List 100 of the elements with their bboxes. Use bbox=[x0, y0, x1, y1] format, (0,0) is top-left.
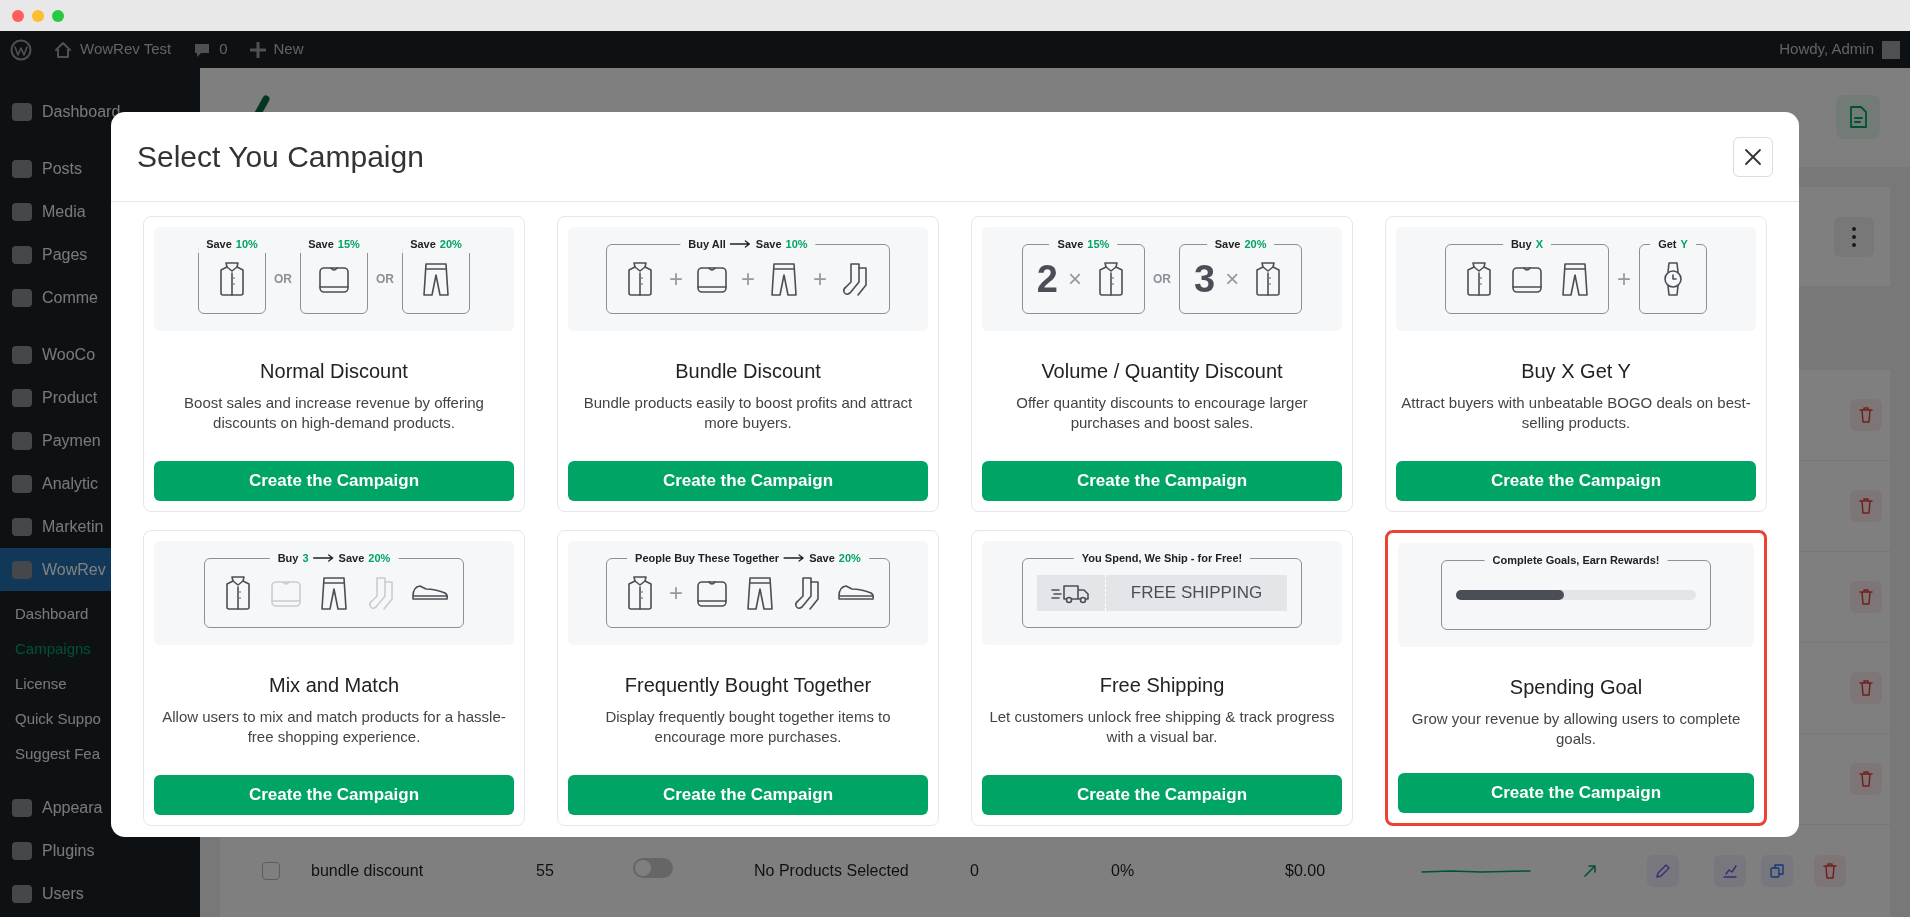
minimize-window-icon[interactable] bbox=[32, 9, 44, 22]
card-description: Allow users to mix and match products for a hassle-free shopping experience. bbox=[161, 707, 507, 746]
close-icon bbox=[1744, 147, 1762, 166]
campaign-name: bundle discount bbox=[311, 861, 425, 881]
table-cell-text: 0 bbox=[970, 861, 980, 881]
frame-label: 15% bbox=[1087, 237, 1110, 252]
status-toggle[interactable] bbox=[633, 857, 673, 878]
operator-text: × bbox=[1225, 264, 1240, 294]
zoom-window-icon[interactable] bbox=[52, 9, 64, 22]
site-name-link[interactable]: WowRev Test bbox=[80, 38, 172, 61]
row-checkbox[interactable] bbox=[262, 862, 280, 880]
table-cell-text: $0.00 bbox=[1285, 861, 1327, 881]
frame-label: 3 bbox=[302, 551, 309, 566]
trash-icon bbox=[1859, 407, 1873, 423]
card-description: Bundle products easily to boost profits and attract more buyers. bbox=[582, 393, 914, 432]
create-campaign-button[interactable]: Create the Campaign bbox=[982, 775, 1342, 815]
frame-label: Save bbox=[338, 551, 365, 566]
table-cell-text: 55 bbox=[536, 861, 555, 881]
duplicate-button[interactable] bbox=[1761, 855, 1793, 887]
logo-icon[interactable] bbox=[10, 38, 32, 61]
card-description: Attract buyers with unbeatable BOGO deals on best-selling products. bbox=[1400, 393, 1752, 432]
trash-icon bbox=[1823, 863, 1837, 879]
frame-label: 20% bbox=[838, 551, 861, 566]
more-options-button[interactable] bbox=[1834, 216, 1874, 257]
arrow-icon bbox=[729, 240, 752, 249]
operator-text: + bbox=[741, 264, 755, 294]
create-campaign-button[interactable]: Create the Campaign bbox=[982, 461, 1342, 501]
sidebar-item[interactable]: Comme bbox=[0, 276, 200, 319]
frame-label: You Spend, We Ship - for Free! bbox=[1081, 551, 1243, 566]
sidebar-item[interactable]: Dashboard bbox=[0, 90, 200, 133]
create-campaign-button[interactable]: Create the Campaign bbox=[1396, 461, 1756, 501]
create-campaign-button[interactable]: Create the Campaign bbox=[1398, 773, 1754, 813]
sidebar-item-label: Appeara bbox=[42, 797, 103, 818]
create-campaign-button[interactable]: Create the Campaign bbox=[568, 461, 928, 501]
document-icon bbox=[1848, 105, 1868, 130]
close-window-icon[interactable] bbox=[12, 9, 24, 22]
sneaker-icon bbox=[837, 585, 875, 601]
vertical-dots-icon bbox=[1851, 225, 1857, 248]
sidebar-item[interactable]: Pages bbox=[0, 233, 200, 276]
operator-text: + bbox=[668, 264, 683, 294]
delete-button[interactable] bbox=[1850, 672, 1882, 704]
frame-label: 20% bbox=[439, 237, 462, 252]
frame-label: Save bbox=[1214, 237, 1241, 252]
sidebar-item[interactable]: Media bbox=[0, 190, 200, 233]
card-title: Buy X Get Y bbox=[1521, 359, 1631, 383]
frame-label: 10% bbox=[235, 237, 258, 252]
arrow-icon bbox=[783, 554, 806, 563]
sidebar-item-label: Paymen bbox=[42, 430, 101, 451]
edit-button[interactable] bbox=[1647, 855, 1679, 887]
delete-button[interactable] bbox=[1850, 399, 1882, 431]
frame-label: Save bbox=[755, 237, 782, 252]
sidebar-item-label: Media bbox=[42, 201, 86, 222]
create-campaign-button[interactable]: Create the Campaign bbox=[568, 775, 928, 815]
card-description: Grow your revenue by allowing users to complete goals. bbox=[1410, 709, 1742, 748]
delete-button[interactable] bbox=[1850, 581, 1882, 613]
new-link[interactable]: New bbox=[273, 38, 304, 61]
sidebar-item-label: Dashboard bbox=[42, 101, 121, 122]
operator-text: × bbox=[1068, 264, 1082, 294]
sidebar-item[interactable]: Plugins bbox=[0, 829, 200, 872]
card-description: Display frequently bought together items to encourage more purchases. bbox=[604, 707, 892, 746]
close-button[interactable] bbox=[1733, 136, 1773, 177]
greeting-text[interactable]: Howdy, Admin bbox=[1779, 38, 1874, 61]
create-campaign-button[interactable]: Create the Campaign bbox=[154, 461, 514, 501]
sidebar-item[interactable]: Users bbox=[0, 872, 200, 915]
trash-icon bbox=[1859, 589, 1873, 605]
operator-text: + bbox=[813, 264, 827, 294]
plus-icon bbox=[249, 41, 266, 58]
card-title: Free Shipping bbox=[1099, 673, 1225, 697]
sidebar-item-label: Posts bbox=[42, 158, 82, 179]
frame-label: Buy bbox=[277, 551, 299, 566]
card-title: Volume / Quantity Discount bbox=[1041, 359, 1283, 383]
frame-label: Complete Goals, Earn Rewards! bbox=[1492, 553, 1660, 568]
delete-button[interactable] bbox=[1850, 763, 1882, 795]
home-icon bbox=[54, 40, 72, 59]
shipping-label: FREE SHIPPING bbox=[1129, 582, 1264, 605]
frame-label: Buy All bbox=[688, 237, 726, 252]
frame-label: Buy bbox=[1510, 237, 1532, 252]
card-description: Offer quantity discounts to encourage larger purchases and boost sales. bbox=[1015, 393, 1309, 432]
sidebar-item-label: Comme bbox=[42, 287, 98, 308]
trash-icon bbox=[1859, 771, 1873, 787]
sidebar-item[interactable]: Marketin bbox=[0, 505, 200, 548]
trash-icon bbox=[1859, 498, 1873, 514]
delete-button[interactable] bbox=[1850, 490, 1882, 522]
sidebar-item[interactable]: WooCo bbox=[0, 333, 200, 376]
sidebar-item-label: WooCo bbox=[42, 344, 96, 365]
sidebar-item-label: Product bbox=[42, 387, 98, 408]
card-description: Let customers unlock free shipping & track progress with a visual bar. bbox=[988, 707, 1336, 746]
frame-label: People Buy These Together bbox=[635, 551, 780, 566]
stats-button[interactable] bbox=[1714, 855, 1746, 887]
delete-button[interactable] bbox=[1814, 855, 1846, 887]
frame-label: Save bbox=[308, 237, 334, 252]
frame-label: 15% bbox=[337, 237, 360, 252]
card-title: Bundle Discount bbox=[675, 359, 821, 383]
comment-count[interactable]: 0 bbox=[219, 38, 228, 61]
trend-arrow-icon bbox=[1583, 864, 1597, 878]
create-campaign-button[interactable]: Create the Campaign bbox=[154, 775, 514, 815]
trash-icon bbox=[1859, 680, 1873, 696]
frame-label: Save bbox=[410, 237, 436, 252]
sidebar-item-label: Pages bbox=[42, 244, 88, 265]
document-button[interactable] bbox=[1836, 95, 1880, 140]
